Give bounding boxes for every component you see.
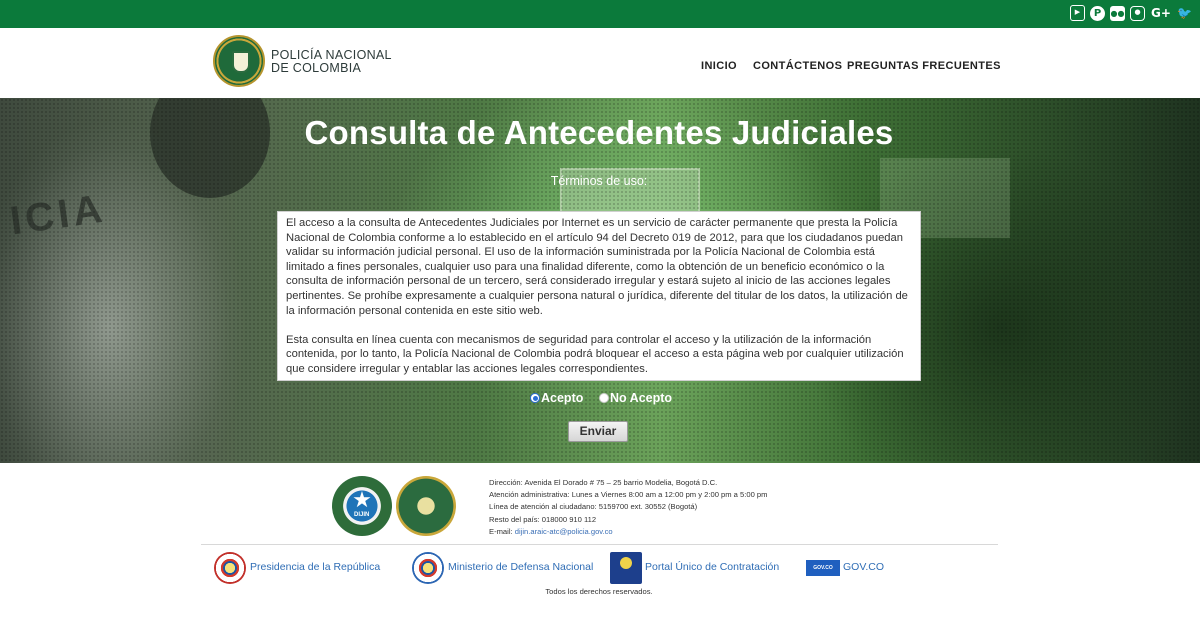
police-emblem-icon [396, 476, 456, 536]
dijin-badge-icon [332, 476, 392, 536]
nav-home[interactable]: INICIO [701, 60, 737, 72]
defense-ministry-seal-icon[interactable] [412, 552, 444, 584]
brand-line-2: DE COLOMBIA [271, 61, 362, 75]
social-links: ▶ P ●● ● G+ 🐦 [1070, 5, 1192, 21]
office-hours-text: Atención administrativa: Lunes a Viernes… [489, 490, 768, 500]
decline-label: No Acepto [610, 391, 673, 405]
decline-radio[interactable]: No Acepto [599, 391, 672, 405]
nav-contact[interactable]: CONTÁCTENOS [753, 60, 842, 72]
govco-logo-icon[interactable]: GOV.CO [806, 560, 840, 576]
brand-name[interactable]: POLICÍA NACIONAL DE COLOMBIA [271, 49, 392, 75]
site-footer: DIJIN Dirección: Avenida El Dorado # 75 … [0, 463, 1200, 630]
google-plus-icon[interactable]: G+ [1150, 5, 1172, 21]
youtube-icon[interactable]: ▶ [1070, 5, 1085, 21]
copyright-text: Todos los derechos reservados. [545, 587, 653, 596]
nav-faq[interactable]: PREGUNTAS FRECUENTES [847, 60, 1001, 72]
govco-link[interactable]: GOV.CO [843, 561, 884, 573]
radio-unselected-icon[interactable] [599, 393, 609, 403]
dijin-badge-label: DIJIN [354, 512, 370, 518]
defense-ministry-link[interactable]: Ministerio de Defensa Nacional [448, 561, 593, 573]
national-line-text: Resto del país: 018000 910 112 [489, 514, 597, 524]
instagram-icon[interactable]: ● [1130, 6, 1145, 21]
address-text: Dirección: Avenida El Dorado # 75 – 25 b… [489, 478, 718, 487]
email-row: E-mail: dijin.araic-atc@policia.gov.co [489, 526, 767, 538]
contracting-portal-icon[interactable] [610, 552, 642, 584]
hero-section: ICIA Consulta de Antecedentes Judiciales… [0, 98, 1200, 463]
footer-divider [201, 544, 998, 545]
flickr-icon[interactable]: ●● [1110, 6, 1125, 21]
police-emblem-logo[interactable] [213, 35, 265, 87]
submit-button[interactable]: Enviar [568, 421, 628, 442]
accept-radio[interactable]: Acepto [530, 391, 583, 405]
contracting-portal-link[interactable]: Portal Único de Contratación [645, 561, 779, 573]
terms-of-use-text[interactable]: El acceso a la consulta de Antecedentes … [277, 211, 921, 381]
presidency-link[interactable]: Presidencia de la República [250, 561, 380, 573]
site-header: POLICÍA NACIONAL DE COLOMBIA INICIO CONT… [0, 28, 1200, 98]
email-label: E-mail: [489, 526, 513, 536]
accept-label: Acepto [541, 391, 584, 405]
phone-line-text: Línea de atención al ciudadano: 5159700 … [489, 502, 698, 512]
pinterest-icon[interactable]: P [1090, 6, 1105, 21]
top-social-bar: ▶ P ●● ● G+ 🐦 [0, 0, 1200, 28]
twitter-icon[interactable]: 🐦 [1177, 5, 1192, 21]
contact-info: Dirección: Avenida El Dorado # 75 – 25 b… [489, 477, 767, 538]
email-link[interactable]: dijin.araic-atc@policia.gov.co [515, 527, 613, 536]
page-title: Consulta de Antecedentes Judiciales [304, 114, 894, 151]
radio-selected-icon[interactable] [530, 393, 540, 403]
terms-paragraph-2: Esta consulta en línea cuenta con mecani… [286, 333, 904, 375]
presidency-seal-icon[interactable] [214, 552, 246, 584]
terms-label: Términos de uso: [550, 174, 648, 188]
terms-paragraph-1: El acceso a la consulta de Antecedentes … [286, 217, 908, 317]
